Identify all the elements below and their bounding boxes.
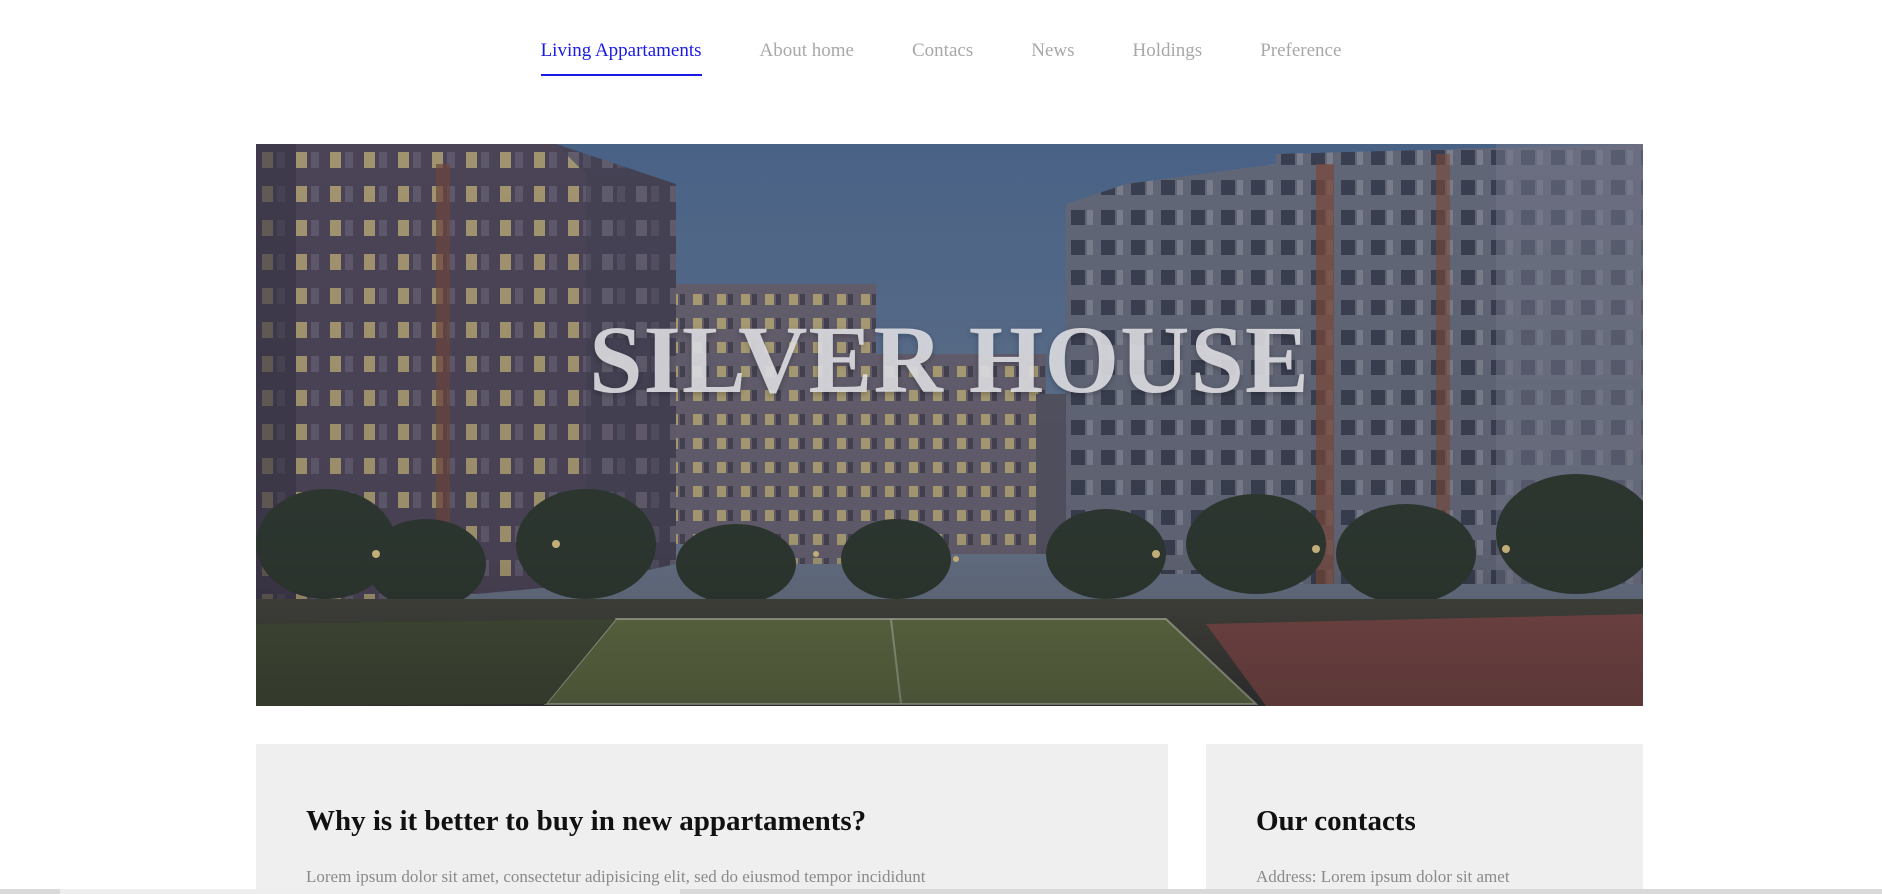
nav-item-contacs[interactable]: Contacs: [912, 40, 973, 76]
main-nav: Living Appartaments About home Contacs N…: [0, 40, 1882, 76]
horizontal-scrollbar[interactable]: [0, 889, 1882, 894]
contacts-card-text: Address: Lorem ipsum dolor sit amet: [1256, 866, 1510, 886]
page: Living Appartaments About home Contacs N…: [0, 0, 1882, 894]
hero-title: SILVER HOUSE: [589, 306, 1310, 413]
nav-item-about-home[interactable]: About home: [760, 40, 854, 76]
info-card-title: Why is it better to buy in new appartame…: [306, 805, 867, 837]
info-card-text: Lorem ipsum dolor sit amet, consectetur …: [306, 866, 926, 886]
contacts-card: Our contacts Address: Lorem ipsum dolor …: [1206, 744, 1643, 894]
info-card: Why is it better to buy in new appartame…: [256, 744, 1168, 894]
hero-image: [256, 144, 1643, 706]
scrollbar-thumb[interactable]: [60, 889, 680, 894]
nav-item-preference[interactable]: Preference: [1260, 40, 1341, 76]
contacts-card-title: Our contacts: [1256, 805, 1416, 837]
nav-item-holdings[interactable]: Holdings: [1133, 40, 1203, 76]
nav-item-news[interactable]: News: [1031, 40, 1074, 76]
hero-banner: SILVER HOUSE: [256, 144, 1643, 706]
nav-item-living-appartaments[interactable]: Living Appartaments: [540, 40, 702, 76]
